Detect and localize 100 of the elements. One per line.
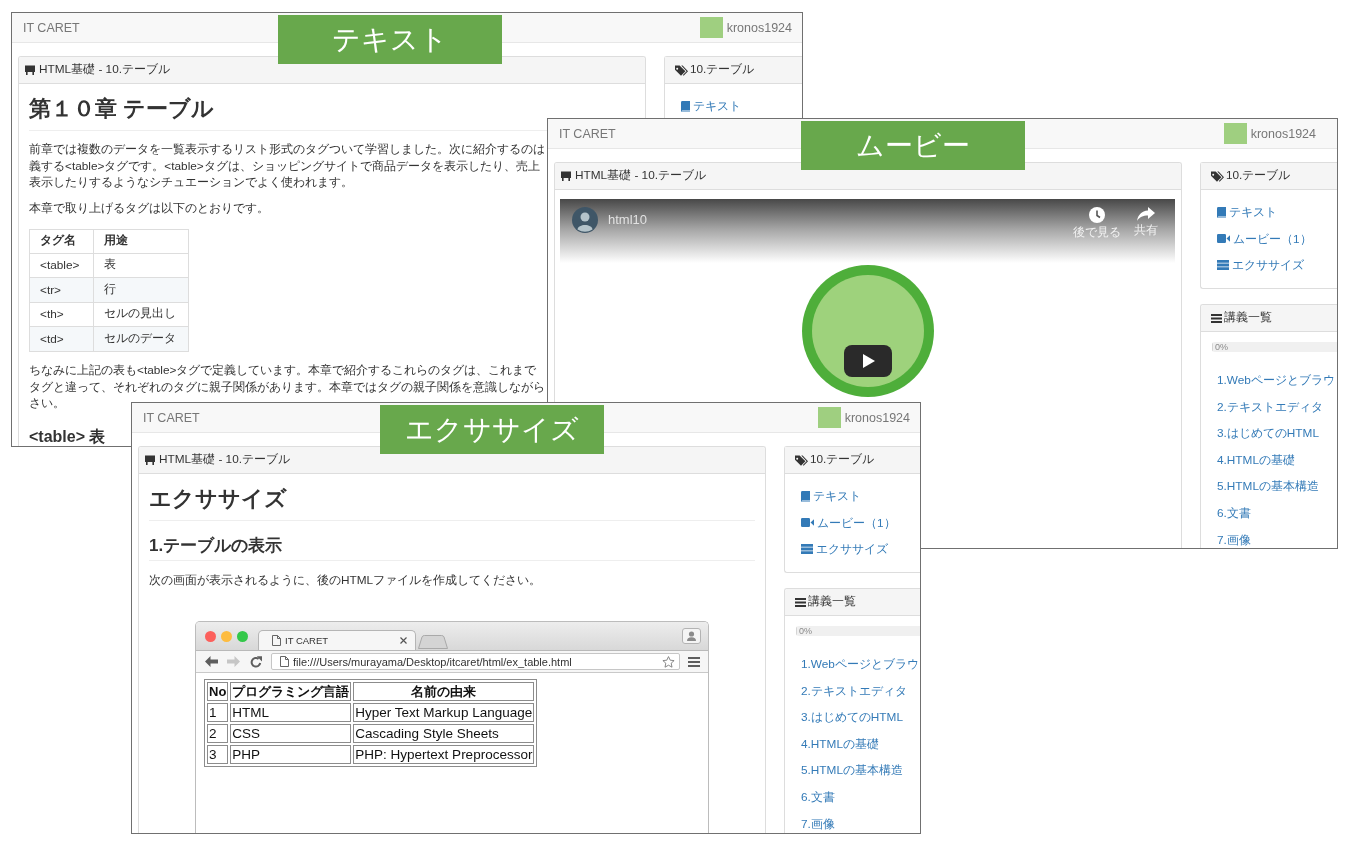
video-camera-icon [801,518,814,527]
section-heading: 1.テーブルの表示 [149,535,283,557]
table-header-cell: タグ名 [29,229,94,253]
table-cell: <td> [29,326,94,351]
table-cell: <table> [29,253,94,278]
play-button[interactable] [843,345,892,377]
sidebar-link[interactable]: テキスト [1217,205,1277,219]
tags-icon [795,454,808,466]
username-link[interactable]: kronos1924 [726,20,792,35]
video-camera-icon [1217,234,1230,243]
table-cell: 1 [207,703,229,722]
table-cell: Hyper Text Markup Language [353,703,535,722]
lecture-link[interactable]: 6.文書 [1217,505,1251,520]
tags-icon [675,64,688,76]
page-icon [272,635,281,646]
sidebar-link[interactable]: エクササイズ [1217,258,1304,272]
paragraph: 本章で取り上げるタグは以下のとおりです。 [29,200,269,217]
browser-tab[interactable]: IT CARET [258,630,416,650]
reload-icon [250,655,262,668]
sidebar-link[interactable]: テキスト [681,99,741,113]
breadcrumb-text: HTML基礎 - 10.テーブル [39,62,170,78]
section-label: ムービー [801,121,1025,170]
table-cell: 表 [93,253,189,278]
lecture-link[interactable]: 5.HTMLの基本構造 [1217,479,1319,494]
window-dot-icon [237,630,248,642]
stacked-bars-icon [801,544,813,554]
avatar-placeholder [1223,123,1247,144]
back-arrow-icon [205,656,218,667]
section-heading: <table> 表 [29,427,106,446]
sidebar-link[interactable]: テキスト [801,489,861,503]
lecture-link[interactable]: 3.はじめてのHTML [801,710,903,725]
paragraph: 前章では複数のデータを一覧表示するリスト形式のタグついて学習しました。次に紹介するのは 義する<table>タグです。<table>タグは、ショッピングサイトで商品データを表示したり、売上 表示したりするようなシチュエーションでよく使われます。 [29,141,545,191]
lecture-link[interactable]: 1.Webページとブラウ [801,657,919,671]
table-cell: 3 [207,745,229,764]
table-cell: CSS [230,724,352,743]
sidebar-link[interactable]: エクササイズ [801,542,888,556]
monitor-icon [561,171,571,181]
lecture-link[interactable]: 2.テキストエディタ [801,683,907,698]
instruction-text: 次の画面が表示されるように、後のHTMLファイルを作成してください。 [149,572,542,588]
section-title: 10.テーブル [1226,168,1291,184]
menu-icon [688,656,700,667]
lecture-link[interactable]: 7.画像 [1217,532,1251,547]
stacked-bars-icon [1217,260,1229,270]
play-icon [863,354,875,368]
sidebar-link[interactable]: ムービー（1） [801,515,896,530]
monitor-icon [145,455,155,465]
table-cell: PHP: Hypertext Preprocessor [353,745,535,764]
page-title: エクササイズ [149,485,287,513]
table-cell: <th> [29,302,94,327]
lecture-link[interactable]: 5.HTMLの基本構造 [801,763,903,778]
monitor-icon [25,65,35,75]
window-dot-icon [221,630,232,642]
address-field: file:///Users/murayama/Desktop/itcaret/html/ex_table.html [271,653,680,670]
clock-icon [1089,207,1105,223]
section-title: 講義一覧 [1224,310,1272,326]
section-title: 10.テーブル [810,452,875,468]
table-cell: HTML [230,703,352,722]
lecture-link[interactable]: 2.テキストエディタ [1217,399,1323,414]
site-brand-link[interactable]: IT CARET [23,20,80,35]
table-cell: セルの見出し [93,302,189,327]
list-icon [1211,313,1222,323]
table-cell: Cascading Style Sheets [353,724,535,743]
close-icon [400,637,407,644]
table-header-cell: 名前の由来 [353,682,535,701]
star-icon [662,655,675,668]
person-icon [682,628,701,644]
avatar-placeholder [699,17,723,38]
page-icon [280,656,289,667]
avatar-placeholder [817,407,841,428]
section-label: エクササイズ [380,405,604,454]
site-brand-link[interactable]: IT CARET [559,126,616,141]
table-cell: PHP [230,745,352,764]
site-brand-link[interactable]: IT CARET [143,410,200,425]
table-cell: セルのデータ [93,326,189,351]
lecture-link[interactable]: 1.Webページとブラウ [1217,373,1335,387]
list-icon [795,597,806,607]
progress-reading: 0% [798,626,812,636]
section-title: 講義一覧 [808,594,856,610]
sidebar-link[interactable]: ムービー（1） [1217,231,1312,246]
table-header-cell: プログラミング言語 [230,682,352,701]
tags-icon [1211,170,1224,182]
table-header-cell: 用途 [93,229,189,253]
table-header-cell: No [207,682,229,701]
progress-reading: 0% [1214,342,1228,352]
lecture-link[interactable]: 7.画像 [801,816,835,831]
lecture-link[interactable]: 4.HTMLの基礎 [801,736,879,751]
lecture-link[interactable]: 4.HTMLの基礎 [1217,452,1295,467]
book-icon [801,490,810,502]
new-tab-icon [418,635,448,649]
book-icon [1217,206,1226,218]
lecture-link[interactable]: 3.はじめてのHTML [1217,426,1319,441]
username-link[interactable]: kronos1924 [1250,126,1316,141]
breadcrumb-text: HTML基礎 - 10.テーブル [159,452,290,468]
section-title: 10.テーブル [690,62,755,78]
window-dot-icon [205,630,216,642]
lecture-link[interactable]: 6.文書 [801,789,835,804]
section-label: テキスト [278,15,502,64]
username-link[interactable]: kronos1924 [844,410,910,425]
breadcrumb-text: HTML基礎 - 10.テーブル [575,168,706,184]
share-icon [1137,207,1155,221]
